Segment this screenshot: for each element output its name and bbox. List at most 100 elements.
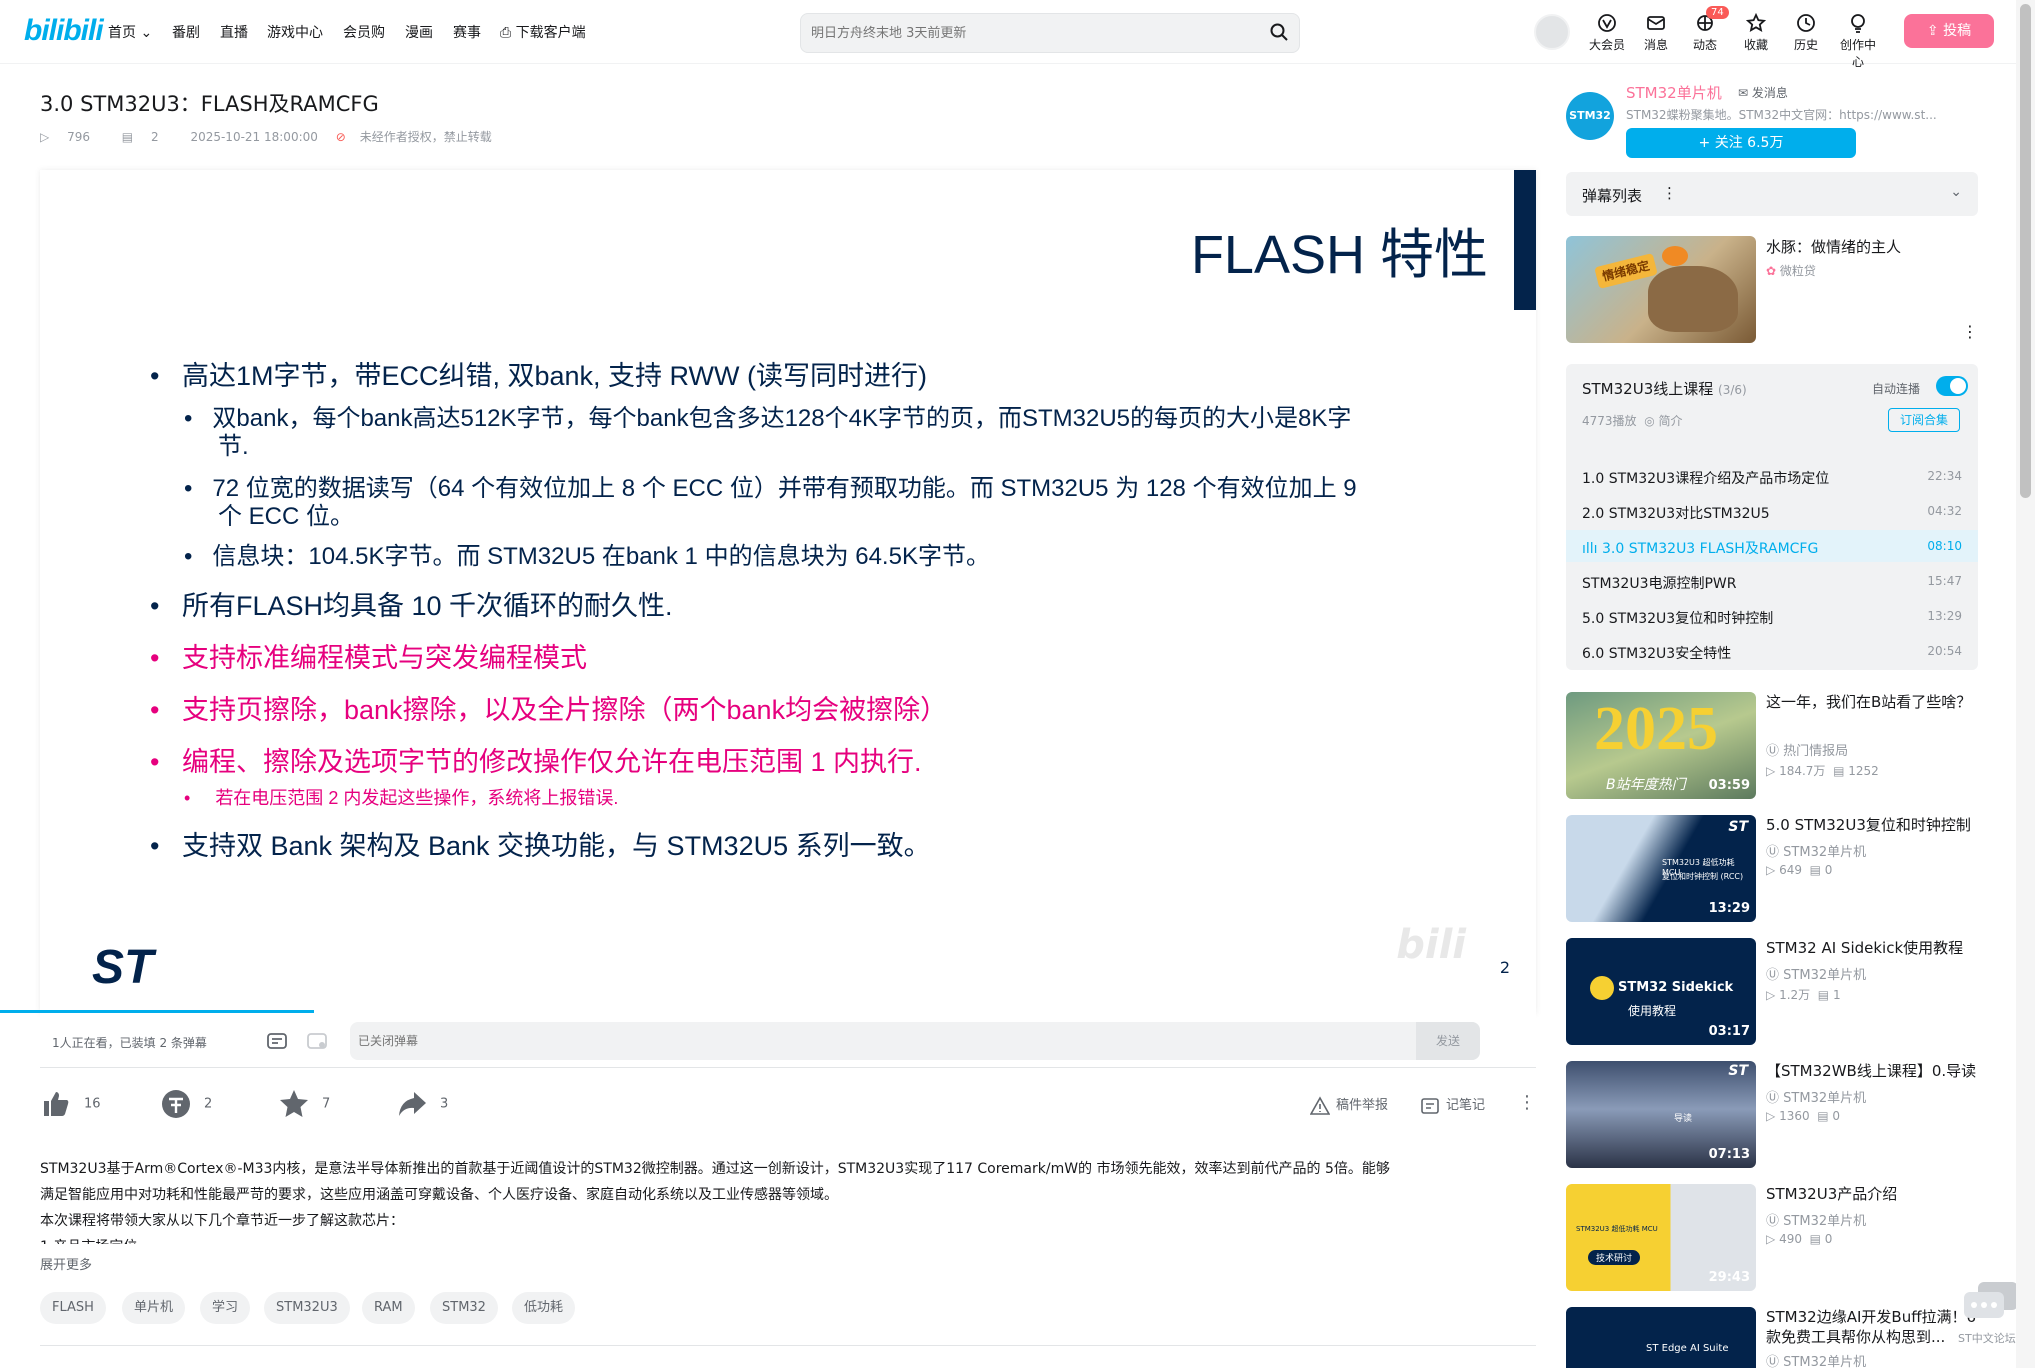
recommend-item[interactable]: STM32 Sidekick 使用教程 03:17 STM32 AI Sidek…	[1566, 938, 1978, 1046]
search-input[interactable]	[811, 22, 1251, 44]
recommend-thumbnail[interactable]: ST 导读 07:13	[1566, 1061, 1756, 1168]
recommend-thumbnail[interactable]: STM32 Sidekick 使用教程 03:17	[1566, 938, 1756, 1045]
recommend-item[interactable]: ST 导读 07:13 【STM32WB线上课程】0.导读 Ⓤ STM32单片机…	[1566, 1061, 1978, 1169]
recommend-item[interactable]: 2025 B站年度热门 03:59 这一年，我们在B站看了些啥？ Ⓤ 热门情报局…	[1566, 692, 1978, 800]
user-avatar[interactable]	[1534, 14, 1570, 50]
copyright-notice: ⊘ 未经作者授权，禁止转载	[335, 130, 492, 144]
recommend-item[interactable]: STM32U3 超低功耗 MCU 技术研讨 29:43 STM32U3产品介绍 …	[1566, 1184, 1978, 1292]
tag-item[interactable]: FLASH	[40, 1292, 106, 1324]
danmaku-list-menu-icon[interactable]: ⋮	[1662, 184, 1677, 202]
play-count-icon: ▷	[1766, 1232, 1776, 1246]
header-message[interactable]: 消息	[1634, 12, 1678, 53]
playlist-episode[interactable]: 2.0 STM32U3对比STM32U5 04:32	[1566, 495, 1978, 527]
tag-item[interactable]: STM32	[430, 1292, 498, 1324]
slide-bullet-cont: 个 ECC 位。	[218, 503, 355, 530]
nav-manga[interactable]: 漫画	[405, 22, 433, 42]
playlist-episode[interactable]: 5.0 STM32U3复位和时钟控制 13:29	[1566, 600, 1978, 632]
upload-button[interactable]: ⇪ 投稿	[1904, 14, 1994, 48]
search-icon[interactable]	[1269, 22, 1289, 46]
recommend-title[interactable]: 5.0 STM32U3复位和时钟控制	[1766, 815, 1978, 835]
nav-anime[interactable]: 番剧	[172, 22, 200, 42]
recommend-uploader[interactable]: Ⓤ STM32单片机	[1766, 841, 1866, 860]
playlist-episode[interactable]: 6.0 STM32U3安全特性 20:54	[1566, 635, 1978, 667]
recommend-uploader[interactable]: Ⓤ 热门情报局	[1766, 740, 1848, 759]
subscribe-collection-button[interactable]: 订阅合集	[1888, 408, 1960, 432]
search-box	[800, 13, 1300, 53]
ad-thumbnail[interactable]: 情绪稳定	[1566, 236, 1756, 343]
slide-bullet: • 支持标准编程模式与突发编程模式	[150, 643, 587, 673]
recommend-thumbnail[interactable]: ST STM32U3 超低功耗 MCU 复位和时钟控制 (RCC) 13:29	[1566, 815, 1756, 922]
bilibili-logo[interactable]: bilibili	[24, 14, 104, 48]
coin-button[interactable]: 2	[160, 1088, 212, 1120]
danmaku-list-panel[interactable]: 弹幕列表 ⋮ ⌄	[1566, 172, 1978, 216]
nav-esports[interactable]: 赛事	[453, 22, 481, 42]
vip-icon	[1598, 14, 1616, 32]
note-button[interactable]: 记笔记	[1420, 1094, 1485, 1116]
danmaku-input-box: 发送	[350, 1022, 1480, 1060]
scrollbar-thumb[interactable]	[2020, 4, 2031, 498]
ad-more-icon[interactable]: ⋮	[1962, 322, 1978, 341]
danmaku-input[interactable]	[358, 1030, 1358, 1052]
recommend-thumbnail[interactable]: STM32U3 超低功耗 MCU 技术研讨 29:43	[1566, 1184, 1756, 1291]
ad-title[interactable]: 水豚：做情绪的主人	[1766, 236, 1901, 257]
nav-game-center[interactable]: 游戏中心	[267, 22, 323, 42]
playlist-episode-active[interactable]: ıllı 3.0 STM32U3 FLASH及RAMCFG 08:10	[1566, 530, 1978, 562]
follow-button[interactable]: + 关注 6.5万	[1626, 128, 1856, 158]
nav-mall[interactable]: 会员购	[343, 22, 385, 42]
recommend-title[interactable]: 【STM32WB线上课程】0.导读	[1766, 1061, 1978, 1081]
slide-bullet: • 支持双 Bank 架构及 Bank 交换功能，与 STM32U5 系列一致。	[150, 831, 931, 861]
recommend-uploader[interactable]: Ⓤ STM32单片机	[1766, 1210, 1866, 1229]
autoplay-toggle[interactable]	[1936, 376, 1968, 396]
playlist-episode[interactable]: STM32U3电源控制PWR 15:47	[1566, 565, 1978, 597]
recommend-item[interactable]: ST STM32U3 超低功耗 MCU 复位和时钟控制 (RCC) 13:29 …	[1566, 815, 1978, 923]
recommend-uploader[interactable]: Ⓤ STM32单片机	[1766, 1351, 1866, 1368]
danmaku-toggle-icon[interactable]	[266, 1030, 288, 1056]
like-button[interactable]: 16	[40, 1088, 101, 1120]
up-icon: Ⓤ	[1766, 1355, 1780, 1368]
danmaku-icon: ▤	[1833, 764, 1845, 778]
message-icon	[1647, 16, 1665, 30]
nav-download[interactable]: ⎙ 下载客户端	[500, 22, 586, 42]
orange-shape	[1662, 246, 1688, 266]
uploader-avatar[interactable]: STM32	[1566, 92, 1614, 140]
recommend-thumbnail[interactable]: 2025 B站年度热门 03:59	[1566, 692, 1756, 799]
header-vip[interactable]: 大会员	[1585, 12, 1629, 53]
header-favorite[interactable]: 收藏	[1734, 12, 1778, 53]
chat-bubble-icon	[1964, 1282, 2018, 1318]
tag-item[interactable]: 低功耗	[512, 1292, 576, 1324]
recommend-title[interactable]: STM32U3产品介绍	[1766, 1184, 1978, 1204]
chevron-down-icon[interactable]: ⌄	[1950, 184, 1962, 200]
recommend-uploader[interactable]: Ⓤ STM32单片机	[1766, 1087, 1866, 1106]
slide-bullet-cont: 节.	[218, 433, 249, 460]
video-progress-bar[interactable]	[0, 1010, 315, 1013]
recommend-title[interactable]: STM32 AI Sidekick使用教程	[1766, 938, 1978, 958]
nav-home[interactable]: 首页 ⌄	[108, 22, 152, 42]
up-icon: Ⓤ	[1766, 968, 1780, 983]
recommend-thumbnail[interactable]: ST Edge AI Suite	[1566, 1307, 1756, 1368]
favorite-button[interactable]: 7	[278, 1088, 330, 1120]
tag-item[interactable]: RAM	[362, 1292, 415, 1324]
playlist-episode[interactable]: 1.0 STM32U3课程介绍及产品市场定位 22:34	[1566, 460, 1978, 492]
expand-more-link[interactable]: 展开更多	[40, 1254, 92, 1273]
more-options-icon[interactable]: ⋮	[1518, 1092, 1536, 1113]
header-history[interactable]: 历史	[1784, 12, 1828, 53]
danmaku-send-button[interactable]: 发送	[1416, 1022, 1480, 1060]
page-scrollbar[interactable]	[2016, 0, 2035, 1368]
recommend-title[interactable]: 这一年，我们在B站看了些啥？	[1766, 692, 1978, 712]
send-message-link[interactable]: ✉ 发消息	[1738, 84, 1788, 101]
report-button[interactable]: 稿件举报	[1309, 1094, 1388, 1116]
header-creator[interactable]: 创作中心	[1836, 12, 1880, 70]
recommend-title[interactable]: STM32边缘AI开发Buff拉满！6款免费工具帮你从构思到...	[1766, 1307, 1978, 1347]
recommend-item[interactable]: ST Edge AI Suite STM32边缘AI开发Buff拉满！6款免费工…	[1566, 1307, 1978, 1368]
slide-title: FLASH 特性	[1190, 225, 1488, 285]
tag-item[interactable]: 学习	[200, 1292, 251, 1324]
share-button[interactable]: 3	[396, 1088, 448, 1120]
tag-item[interactable]: STM32U3	[264, 1292, 350, 1324]
eye-icon: ◎	[1644, 414, 1655, 428]
tag-item[interactable]: 单片机	[122, 1292, 186, 1324]
nav-live[interactable]: 直播	[220, 22, 248, 42]
uploader-name[interactable]: STM32单片机	[1626, 82, 1722, 103]
danmaku-settings-icon[interactable]	[306, 1030, 328, 1056]
video-player[interactable]: FLASH 特性 • 高达1M字节，带ECC纠错, 双bank, 支持 RWW …	[40, 170, 1536, 1014]
recommend-uploader[interactable]: Ⓤ STM32单片机	[1766, 964, 1866, 983]
